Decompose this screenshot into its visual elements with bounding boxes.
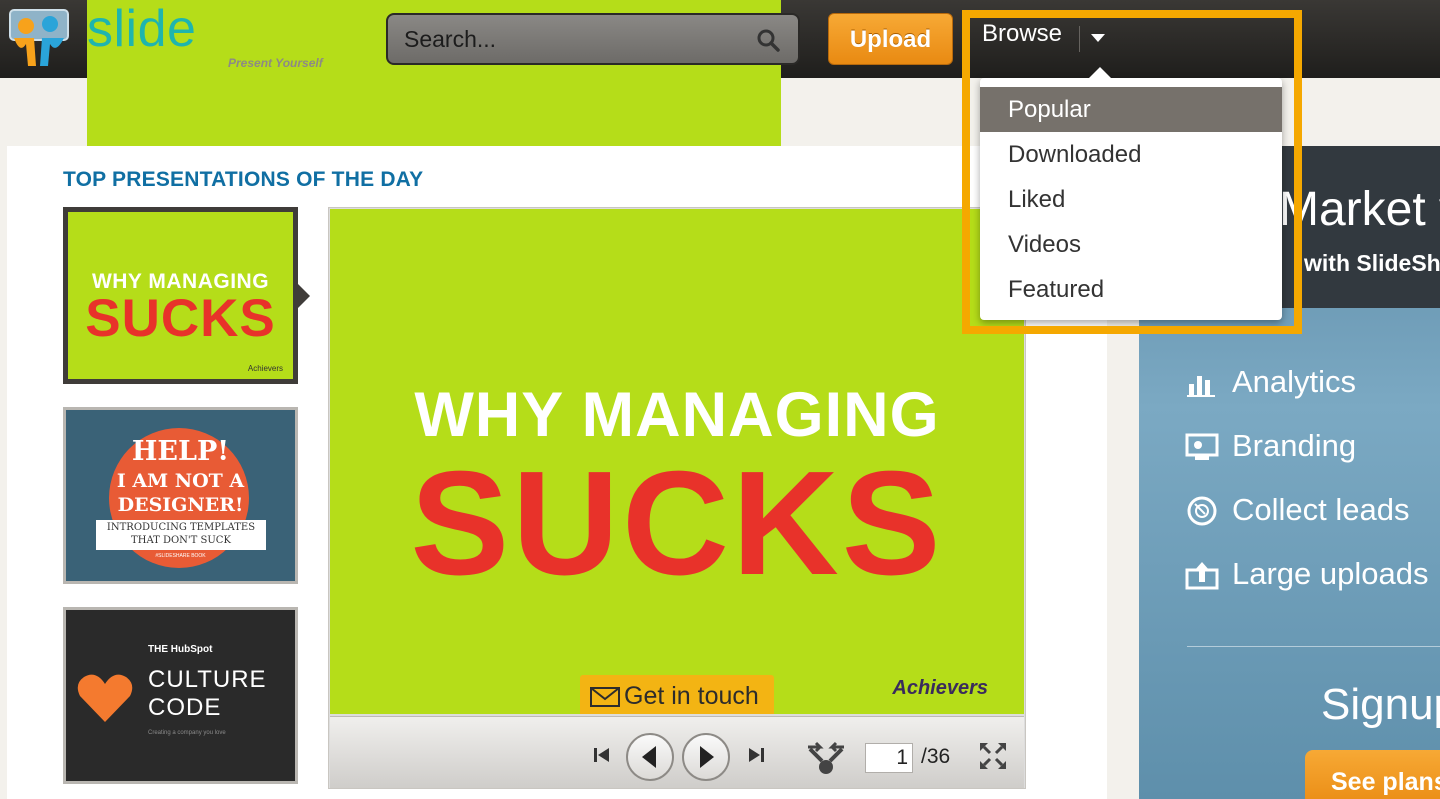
get-in-touch-button[interactable]: Get in touch bbox=[580, 675, 774, 714]
get-in-touch-label: Get in touch bbox=[624, 682, 759, 710]
page-number-input[interactable] bbox=[865, 743, 913, 773]
fullscreen-icon[interactable] bbox=[978, 741, 1008, 771]
thumb-title-line2: SUCKS bbox=[85, 289, 276, 348]
thumb-subtitle-band: INTRODUCING TEMPLATES THAT DON'T SUCK bbox=[96, 520, 266, 550]
thumbnail-why-managing-sucks[interactable]: WHY MANAGING SUCKS Achievers bbox=[63, 207, 298, 384]
large-uploads-icon bbox=[1185, 562, 1219, 590]
slide-viewer: WHY MANAGING SUCKS Achievers Get in touc… bbox=[328, 207, 1026, 789]
slideshare-logo-icon bbox=[9, 9, 69, 66]
search-icon[interactable] bbox=[756, 28, 780, 52]
promo-headline: Market your bbox=[1279, 183, 1440, 236]
analytics-icon bbox=[1187, 376, 1215, 397]
see-plans-button[interactable]: See plans bbox=[1305, 750, 1440, 799]
browse-item-popular[interactable]: Popular bbox=[980, 87, 1282, 132]
promo-feature-label: Collect leads bbox=[1232, 492, 1410, 527]
thumb-pretitle: THE HubSpot bbox=[148, 644, 213, 655]
thumbnail-help-not-designer[interactable]: HELP! I AM NOT A DESIGNER! INTRODUCING T… bbox=[63, 407, 298, 584]
slide-logo: Achievers bbox=[892, 677, 988, 699]
previous-slide-button[interactable] bbox=[626, 733, 674, 781]
share-icon[interactable] bbox=[806, 741, 846, 775]
thumb-title-line1: CULTURE bbox=[148, 666, 267, 693]
search-input[interactable] bbox=[404, 24, 744, 54]
next-slide-button[interactable] bbox=[682, 733, 730, 781]
section-title: TOP PRESENTATIONS OF THE DAY bbox=[63, 168, 424, 191]
browse-item-videos[interactable]: Videos bbox=[980, 222, 1282, 267]
promo-feature-label: Branding bbox=[1232, 428, 1357, 463]
play-left-icon bbox=[642, 746, 656, 768]
search-box bbox=[386, 13, 800, 65]
viewer-controls: /36 bbox=[330, 716, 1024, 788]
thumb-title-line1: HELP! bbox=[131, 436, 230, 467]
first-slide-icon[interactable] bbox=[592, 747, 612, 763]
last-slide-icon[interactable] bbox=[746, 747, 766, 763]
slideshare-logo[interactable]: slideshare Present Yourself bbox=[6, 0, 781, 504]
heart-icon bbox=[77, 674, 133, 722]
play-right-icon bbox=[700, 746, 714, 768]
current-slide[interactable]: WHY MANAGING SUCKS Achievers Get in touc… bbox=[330, 209, 1024, 714]
thumb-caption: Creating a company you love bbox=[148, 730, 226, 736]
browse-separator bbox=[1079, 26, 1080, 52]
browse-item-downloaded[interactable]: Downloaded bbox=[980, 132, 1282, 177]
promo-subheadline: with SlideShare bbox=[1304, 250, 1440, 276]
upload-button[interactable]: Upload bbox=[828, 13, 953, 65]
logo-wordmark: slideshare bbox=[86, 0, 781, 504]
promo-feature-label: Analytics bbox=[1232, 364, 1357, 399]
top-header: slideshare Present Yourself Upload Brows… bbox=[0, 0, 1440, 504]
chevron-down-icon[interactable] bbox=[1091, 34, 1105, 42]
browse-item-featured[interactable]: Featured bbox=[980, 267, 1282, 312]
browse-item-liked[interactable]: Liked bbox=[980, 177, 1282, 222]
thumb-title-line2: I AM NOT A bbox=[116, 470, 245, 492]
slide-title-line2: SUCKS bbox=[410, 441, 944, 606]
envelope-icon bbox=[590, 687, 620, 707]
promo-signup-heading: Signup bbox=[1321, 680, 1440, 729]
collect-leads-icon bbox=[1187, 496, 1217, 526]
branding-icon bbox=[1185, 433, 1219, 460]
thumb-byline: #SLIDESHARE BOOK bbox=[155, 553, 206, 559]
logo-tagline: Present Yourself bbox=[228, 56, 323, 70]
selected-thumb-arrow bbox=[298, 284, 310, 308]
thumb-title-line2: CODE bbox=[148, 694, 222, 721]
promo-feature-label: Large uploads bbox=[1232, 556, 1429, 591]
dropdown-pointer bbox=[1089, 67, 1111, 78]
browse-dropdown: Popular Downloaded Liked Videos Featured bbox=[980, 78, 1282, 320]
thumbnail-culture-code[interactable]: THE HubSpot CULTURE CODE Creating a comp… bbox=[63, 607, 298, 784]
browse-menu-button[interactable]: Browse bbox=[982, 20, 1062, 48]
thumb-subtitle: INTRODUCING TEMPLATES THAT DON'T SUCK bbox=[106, 522, 256, 546]
thumb-title-line3: DESIGNER! bbox=[117, 494, 244, 516]
promo-divider bbox=[1187, 646, 1440, 647]
thumb-logo: Achievers bbox=[247, 364, 283, 373]
page-total: /36 bbox=[921, 745, 951, 768]
